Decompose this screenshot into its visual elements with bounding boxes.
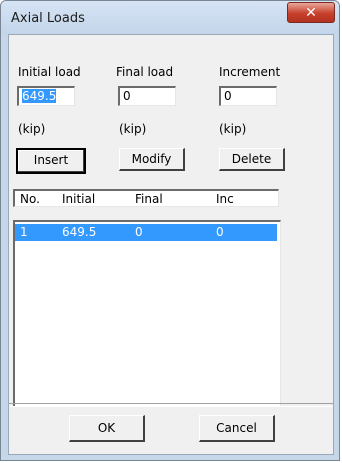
final-load-unit: (kip): [119, 122, 147, 136]
increment-value: 0: [224, 89, 232, 103]
close-button[interactable]: ✕: [287, 2, 335, 23]
table-row[interactable]: 1 649.5 0 0: [15, 224, 277, 241]
increment-label: Increment: [219, 65, 281, 79]
final-load-label: Final load: [116, 65, 174, 79]
ok-button[interactable]: OK: [69, 415, 145, 442]
title-bar[interactable]: Axial Loads ✕: [1, 1, 339, 34]
column-inc: Inc: [216, 192, 234, 206]
close-icon: ✕: [305, 4, 317, 21]
divider: [9, 403, 333, 407]
loads-list[interactable]: 1 649.5 0 0: [13, 220, 281, 407]
column-final: Final: [135, 192, 163, 206]
cancel-button[interactable]: Cancel: [199, 415, 275, 442]
column-no: No.: [20, 192, 40, 206]
initial-load-unit: (kip): [18, 122, 46, 136]
initial-load-label: Initial load: [18, 65, 81, 79]
row-inc: 0: [216, 225, 224, 239]
row-initial: 649.5: [62, 225, 97, 239]
final-load-input[interactable]: 0: [118, 86, 176, 106]
initial-load-input[interactable]: 649.5: [17, 86, 75, 106]
modify-button[interactable]: Modify: [119, 148, 185, 171]
insert-button[interactable]: Insert: [16, 148, 86, 174]
row-final: 0: [135, 225, 143, 239]
row-no: 1: [20, 225, 28, 239]
increment-input[interactable]: 0: [219, 86, 277, 106]
dialog-title: Axial Loads: [11, 11, 85, 26]
increment-unit: (kip): [219, 122, 247, 136]
list-header: No. Initial Final Inc: [13, 189, 279, 207]
initial-load-value: 649.5: [22, 89, 57, 103]
final-load-value: 0: [123, 89, 131, 103]
delete-button[interactable]: Delete: [219, 148, 285, 171]
dialog-body: Initial load Final load Increment 649.5 …: [8, 34, 334, 455]
column-initial: Initial: [62, 192, 96, 206]
axial-loads-dialog: Axial Loads ✕ Initial load Final load In…: [0, 0, 340, 461]
